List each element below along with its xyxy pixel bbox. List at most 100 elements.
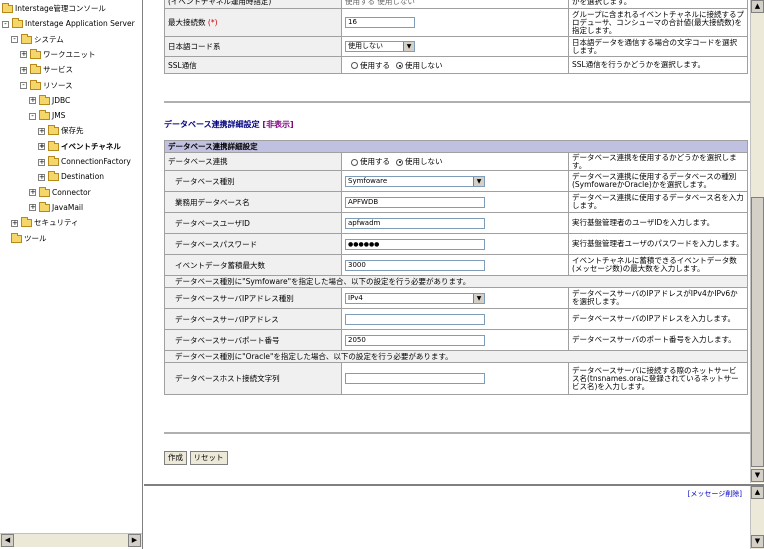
db-link-use-radio[interactable] <box>351 158 358 166</box>
expand-icon[interactable]: + <box>20 66 27 74</box>
db-type-select[interactable]: Symfoware ▼ <box>345 175 485 187</box>
folder-icon <box>48 125 59 136</box>
folder-icon <box>30 79 41 90</box>
reset-button[interactable]: リセット <box>189 451 228 465</box>
tree-node[interactable]: - Interstage Application Server <box>2 17 135 31</box>
required-mark: (*) <box>207 18 218 27</box>
tree-node[interactable]: Interstage管理コンソール <box>2 2 106 16</box>
folder-icon <box>39 94 50 105</box>
expand-icon[interactable]: + <box>29 189 36 197</box>
ip-address-description: データベースサーバのIPアドレスを入力します。 <box>568 308 748 330</box>
expand-icon[interactable]: + <box>38 173 45 181</box>
port-description: データベースサーバのポート番号を入力します。 <box>568 329 748 351</box>
scroll-up-button[interactable]: ▲ <box>751 486 764 499</box>
port-input[interactable]: 2050 <box>345 334 485 346</box>
hide-toggle-link[interactable]: [非表示] <box>262 120 293 129</box>
tree-node[interactable]: + イベントチャネル <box>38 140 121 154</box>
db-type-description: データベース連携に使用するデータベースの種別(SymfowareかOracle)… <box>568 170 748 192</box>
db-user-input[interactable]: apfwadm <box>345 217 485 229</box>
tree-node-label: イベントチャネル <box>61 141 121 151</box>
tree-node-label: JDBC <box>52 95 71 105</box>
tree-node-label: サービス <box>43 65 73 75</box>
max-connections-description: グループに含まれるイベントチャネルに接続するプロデューサ、コンシューマの合計値(… <box>568 8 748 37</box>
collapse-icon[interactable]: - <box>20 82 27 89</box>
tree-node[interactable]: + サービス <box>20 63 73 77</box>
folder-icon <box>48 156 59 166</box>
max-connections-input[interactable]: 16 <box>345 17 415 28</box>
collapse-icon[interactable]: - <box>11 36 18 44</box>
tree-node[interactable]: - システム <box>11 33 64 47</box>
host-string-label: データベースホスト接続文字列 <box>164 362 342 395</box>
clear-messages-link[interactable]: [メッセージ削除] <box>688 489 742 499</box>
tree-node-label: セキュリティ <box>34 218 79 228</box>
divider <box>164 432 752 434</box>
folder-icon <box>30 48 41 59</box>
japanese-code-select[interactable]: 使用しない ▼ <box>345 41 415 52</box>
expand-icon[interactable]: + <box>11 219 18 227</box>
create-button[interactable]: 作成 <box>164 451 187 465</box>
scroll-down-button[interactable]: ▼ <box>751 535 764 548</box>
db-settings-table: データベース連携詳細設定 データベース連携 使用する 使用しない データベース連携… <box>164 140 748 395</box>
db-link-notuse-radio[interactable] <box>396 158 403 166</box>
tree-node[interactable]: + 保存先 <box>38 124 84 138</box>
chevron-down-icon: ▼ <box>473 293 484 303</box>
channel-settings-table: (イベントチャネル運用時指定) 使用する 使用しない かを選択します。 最大接続… <box>164 0 748 74</box>
section-title: データベース連携詳細設定 [非表示] <box>164 120 294 129</box>
oracle-note: データベース種別に"Oracle"を指定した場合、以下の設定を行う必要があります… <box>164 350 748 363</box>
tree-node[interactable]: - リソース <box>20 79 73 93</box>
event-max-input[interactable]: 3000 <box>345 259 485 271</box>
tree-node[interactable]: ツール <box>11 232 47 246</box>
expand-icon[interactable]: + <box>38 143 45 151</box>
tree-node-label: Interstage管理コンソール <box>15 4 106 13</box>
ip-type-select[interactable]: IPv4 ▼ <box>345 292 485 304</box>
event-max-label: イベントデータ蓄積最大数 <box>164 254 342 276</box>
host-string-input[interactable] <box>345 373 485 384</box>
japanese-code-label: 日本語コード系 <box>164 36 342 57</box>
tree-horizontal-scrollbar[interactable]: ◀ ▶ <box>0 533 142 547</box>
ssl-notuse-radio[interactable] <box>396 62 403 69</box>
message-vertical-scrollbar[interactable]: ▲ ▼ <box>750 486 764 549</box>
ssl-use-radio[interactable] <box>351 62 358 69</box>
tree-node[interactable]: + ConnectionFactory <box>38 155 131 169</box>
ip-address-label: データベースサーバIPアドレス <box>164 308 342 330</box>
tree-node-label: JavaMail <box>52 202 84 212</box>
scroll-thumb[interactable] <box>751 197 764 467</box>
chevron-down-icon: ▼ <box>403 42 414 51</box>
scroll-up-button[interactable]: ▲ <box>751 0 764 13</box>
navigation-tree-frame: Interstage管理コンソール - Interstage Application… <box>0 0 143 549</box>
db-password-input[interactable]: ●●●●●● <box>345 238 485 250</box>
db-table-header: データベース連携詳細設定 <box>164 140 748 153</box>
main-vertical-scrollbar[interactable]: ▲ ▼ <box>750 0 764 483</box>
ip-address-input[interactable] <box>345 313 485 325</box>
tree-node[interactable]: + JavaMail <box>29 201 83 215</box>
scroll-right-button[interactable]: ▶ <box>128 534 141 547</box>
tree-node[interactable]: + Connector <box>29 186 91 200</box>
scroll-down-button[interactable]: ▼ <box>751 469 764 482</box>
tree-node[interactable]: + セキュリティ <box>11 216 79 230</box>
db-link-description: データベース連携を使用するかどうかを選択します。 <box>568 152 748 171</box>
db-user-label: データベースユーザID <box>164 212 342 234</box>
ssl-label: SSL通信 <box>164 56 342 74</box>
japanese-code-description: 日本語データを通信する場合の文字コードを選択します。 <box>568 36 748 57</box>
divider <box>164 101 752 103</box>
folder-icon <box>12 18 23 29</box>
expand-icon[interactable]: + <box>38 127 45 135</box>
tree-node[interactable]: + JDBC <box>29 94 70 108</box>
tree-node[interactable]: + Destination <box>38 170 104 184</box>
symfoware-note: データベース種別に"Symfoware"を指定した場合、以下の設定を行う必要があ… <box>164 275 748 288</box>
ip-type-label: データベースサーバIPアドレス種別 <box>164 287 342 309</box>
collapse-icon[interactable]: - <box>2 20 9 28</box>
tree-node-label: 保存先 <box>61 126 84 136</box>
scroll-left-button[interactable]: ◀ <box>1 534 14 547</box>
tree-node[interactable]: - JMS <box>29 109 65 123</box>
expand-icon[interactable]: + <box>29 97 36 105</box>
tree-node-label: システム <box>34 34 64 44</box>
folder-icon <box>39 186 50 197</box>
tree-node[interactable]: + ワークユニット <box>20 48 96 62</box>
expand-icon[interactable]: + <box>20 51 27 59</box>
tree-node-label: リソース <box>43 80 73 90</box>
expand-icon[interactable]: + <box>29 204 36 212</box>
db-name-input[interactable]: APFWDB <box>345 196 485 208</box>
collapse-icon[interactable]: - <box>29 112 36 120</box>
expand-icon[interactable]: + <box>38 158 45 166</box>
